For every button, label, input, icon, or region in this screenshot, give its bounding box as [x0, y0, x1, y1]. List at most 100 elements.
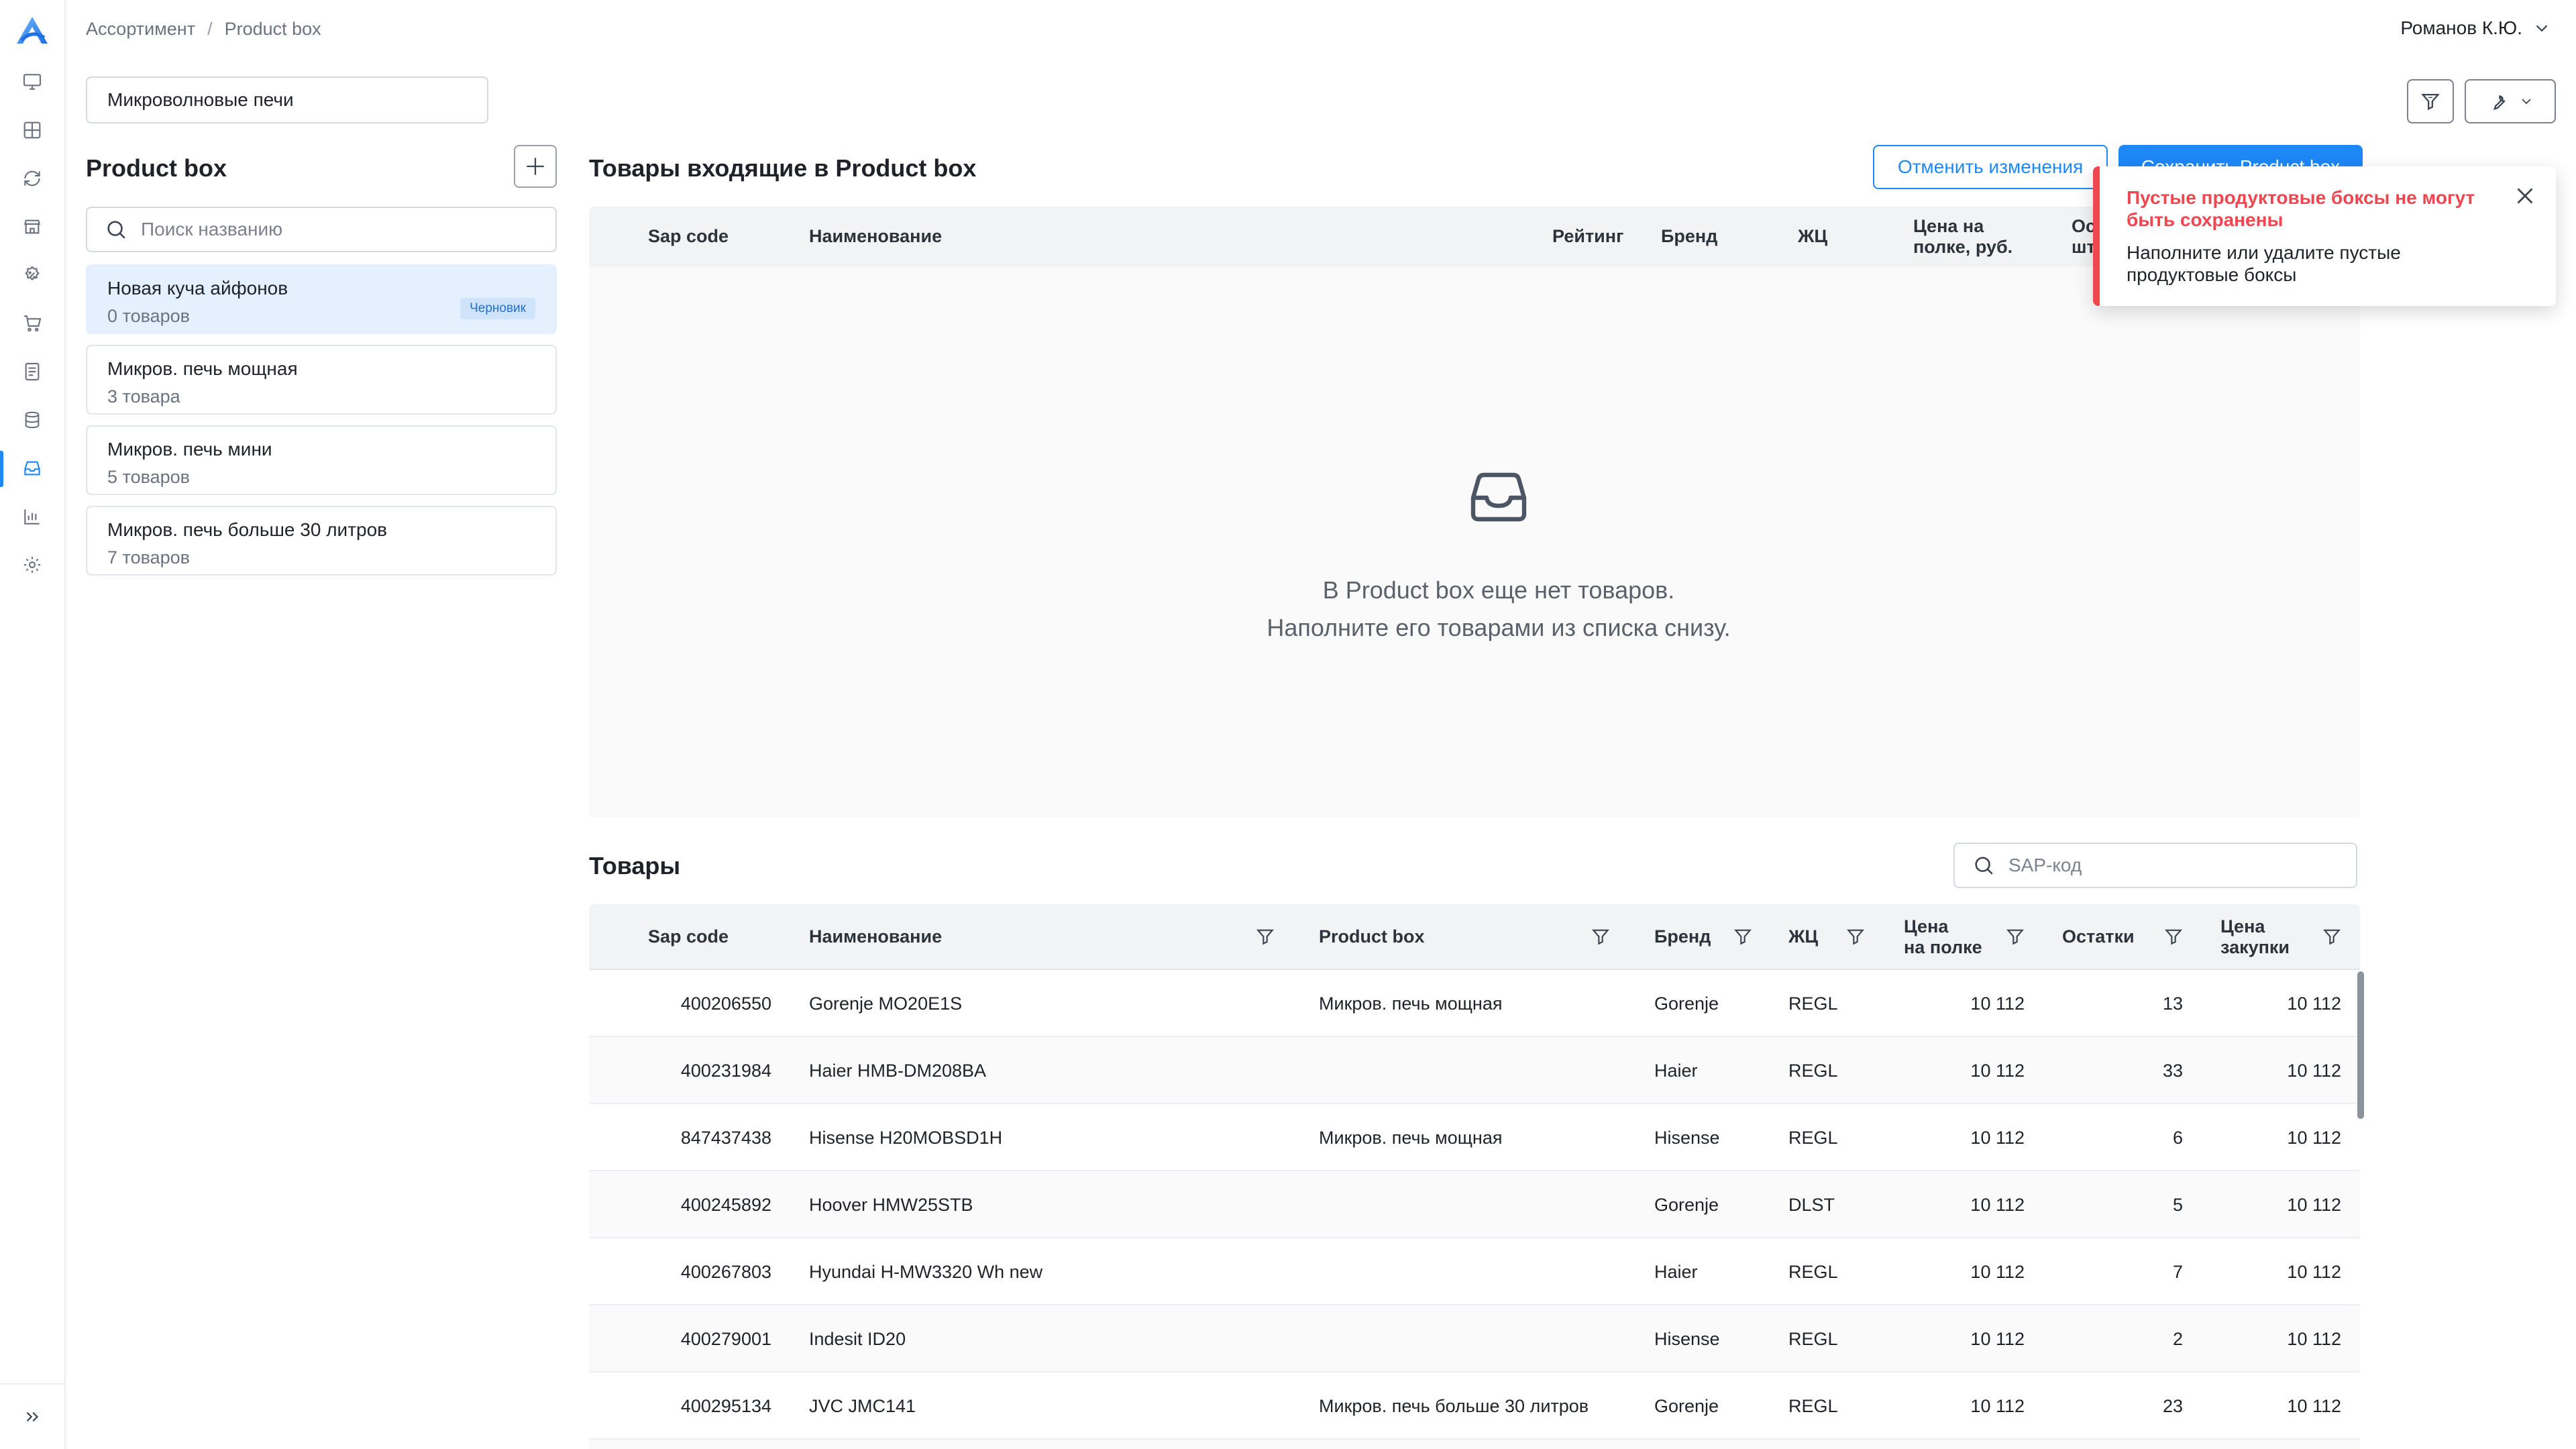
lifecycle-cell: REGL	[1788, 1060, 1838, 1081]
inbox-icon[interactable]	[20, 456, 44, 480]
column-brand: Бренд	[1654, 926, 1711, 947]
chevron-down-icon	[2536, 25, 2548, 32]
table-row[interactable]: 847437438 Hisense H20MOBSD1H Микров. печ…	[589, 1104, 2360, 1171]
product-box-count: 7 товаров	[107, 547, 191, 568]
column-product-box: Product box	[1319, 926, 1425, 947]
filter-icon[interactable]	[1845, 926, 1866, 947]
product-box-panel-title: Product box	[86, 154, 227, 182]
table-row[interactable]: 400295134 JVC JMC141 Микров. печь больше…	[589, 1373, 2360, 1440]
column-sap-code: Sap code	[648, 226, 729, 247]
app-logo[interactable]	[15, 15, 50, 46]
empty-state-line1: В Product box еще нет товаров.	[1322, 576, 1675, 604]
grid-icon[interactable]	[20, 118, 44, 142]
brand-cell: Gorenje	[1654, 993, 1719, 1014]
name-cell: Hoover HMW25STB	[809, 1194, 973, 1215]
sap-code-search-input[interactable]: SAP-код	[1953, 843, 2357, 888]
category-field[interactable]: Микроволновые печи	[86, 76, 488, 123]
active-indicator	[0, 451, 3, 487]
product-box-item[interactable]: Микров. печь больше 30 литров 7 товаров	[86, 506, 557, 576]
column-stock: Остатки	[2062, 926, 2135, 947]
filter-icon	[2421, 93, 2440, 111]
store-icon[interactable]	[20, 215, 44, 239]
product-box-cell: Микров. печь мощная	[1319, 1127, 1503, 1148]
wrench-icon	[2493, 95, 2506, 111]
filter-icon[interactable]	[2321, 926, 2343, 947]
table-row[interactable]: 400279001 Indesit ID20 Hisense REGL 10 1…	[589, 1305, 2360, 1373]
product-box-cell: Микров. печь мощная	[1319, 993, 1503, 1014]
sap-code-cell: 847437438	[680, 1127, 771, 1148]
filter-icon[interactable]	[1254, 926, 1276, 947]
column-stock-line2: шт	[2072, 237, 2096, 257]
purchase-price-cell: 10 112	[2287, 1194, 2341, 1215]
refresh-icon[interactable]	[20, 166, 44, 191]
lifecycle-cell: REGL	[1788, 1395, 1838, 1416]
product-box-count: 5 товаров	[107, 467, 191, 487]
table-row[interactable]: 400267803 Hyundai H-MW3320 Wh new Haier …	[589, 1238, 2360, 1305]
document-icon[interactable]	[20, 360, 44, 384]
sap-code-cell: 400231984	[680, 1060, 771, 1081]
percent-icon[interactable]	[20, 263, 44, 287]
search-icon	[1975, 857, 1993, 875]
empty-inbox-icon	[1470, 472, 1527, 522]
product-box-search-input[interactable]: Поиск названию	[86, 207, 557, 252]
expand-sidebar-icon[interactable]	[20, 1405, 44, 1429]
table-row[interactable]: 400245892 Hoover HMW25STB Gorenje DLST 1…	[589, 1171, 2360, 1238]
brand-cell: Hisense	[1654, 1127, 1720, 1148]
cancel-changes-button[interactable]: Отменить изменения	[1873, 145, 2108, 189]
filter-icon[interactable]	[2163, 926, 2184, 947]
name-cell: Hisense H20MOBSD1H	[809, 1127, 1003, 1148]
close-icon[interactable]	[2513, 184, 2537, 208]
product-box-name: Микров. печь больше 30 литров	[107, 519, 388, 540]
table-scrollbar[interactable]	[2357, 971, 2364, 1119]
empty-state-line2: Наполните его товарами из списка снизу.	[1267, 614, 1731, 641]
breadcrumb-parent[interactable]: Ассортимент	[86, 19, 195, 40]
column-lifecycle: ЖЦ	[1788, 926, 1819, 947]
tools-menu-button[interactable]	[2465, 79, 2556, 123]
settings-icon[interactable]	[20, 553, 44, 577]
filter-icon[interactable]	[1590, 926, 1611, 947]
name-cell: Hyundai H-MW3320 Wh new	[809, 1261, 1043, 1282]
user-menu[interactable]: Романов К.Ю.	[2400, 17, 2552, 39]
sap-code-cell: 400295134	[680, 1395, 771, 1416]
add-product-box-button[interactable]	[514, 145, 557, 188]
table-row[interactable]: 400206550 Gorenje MO20E1S Микров. печь м…	[589, 970, 2360, 1037]
cart-icon[interactable]	[20, 311, 44, 335]
brand-cell: Haier	[1654, 1060, 1698, 1081]
purchase-price-cell: 10 112	[2287, 1328, 2341, 1349]
chevron-down-icon	[2522, 99, 2531, 105]
filter-icon[interactable]	[1732, 926, 1754, 947]
brand-cell: Hisense	[1654, 1328, 1720, 1349]
name-cell: Indesit ID20	[809, 1328, 906, 1349]
product-box-cell: Микров. печь больше 30 литров	[1319, 1395, 1589, 1416]
product-box-item[interactable]: Микров. печь мини 5 товаров	[86, 425, 557, 495]
products-section-title: Товары	[589, 852, 681, 879]
bar-chart-icon[interactable]	[20, 504, 44, 529]
shelf-price-cell: 10 112	[1970, 1395, 2025, 1416]
product-box-item[interactable]: Новая куча айфонов 0 товаров Черновик	[86, 264, 557, 334]
database-icon[interactable]	[20, 408, 44, 432]
product-box-item[interactable]: Микров. печь мощная 3 товара	[86, 345, 557, 415]
column-shelf-price-line1: Цена	[1904, 916, 1949, 936]
sap-code-cell: 400267803	[680, 1261, 771, 1282]
name-cell: Gorenje MO20E1S	[809, 993, 963, 1014]
sap-code-cell	[589, 1440, 771, 1449]
stock-cell: 13	[2162, 993, 2183, 1014]
filter-icon[interactable]	[2004, 926, 2026, 947]
column-shelf-price: Цена на полке, руб.	[1913, 207, 2012, 267]
monitor-icon[interactable]	[20, 70, 44, 94]
products-table-body: 400206550 Gorenje MO20E1S Микров. печь м…	[589, 970, 2360, 1449]
filter-button[interactable]	[2407, 79, 2454, 123]
table-row[interactable]: 400231984 Haier HMB-DM208BA Haier REGL 1…	[589, 1037, 2360, 1104]
brand-cell: Gorenje	[1654, 1395, 1719, 1416]
sap-code-cell: 400206550	[680, 993, 771, 1014]
plus-icon	[527, 158, 544, 175]
table-row[interactable]	[589, 1440, 2360, 1449]
shelf-price-cell: 10 112	[1970, 1127, 2025, 1148]
shelf-price-cell: 10 112	[1970, 1060, 2025, 1081]
breadcrumb-current: Product box	[224, 19, 321, 39]
shelf-price-cell: 10 112	[1970, 1194, 2025, 1215]
stock-cell: 33	[2162, 1060, 2183, 1081]
column-brand: Бренд	[1661, 226, 1718, 247]
lifecycle-cell: REGL	[1788, 1127, 1838, 1148]
stock-cell: 6	[2172, 1127, 2183, 1148]
